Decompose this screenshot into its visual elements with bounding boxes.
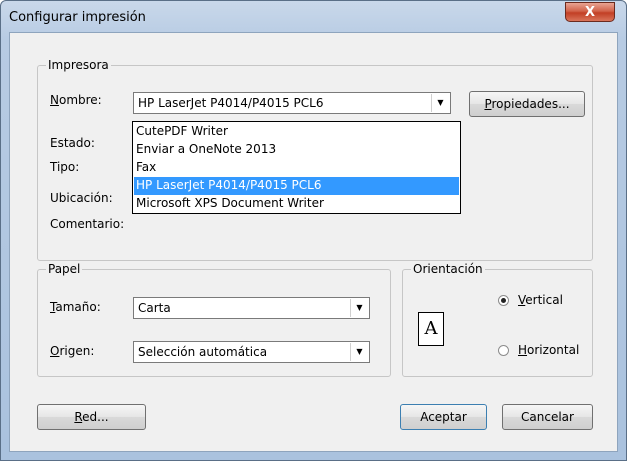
paper-size-select[interactable]: Carta ▼: [133, 297, 370, 319]
radio-selected-dot: [501, 298, 506, 303]
list-item-selected[interactable]: HP LaserJet P4014/P4015 PCL6: [134, 177, 459, 195]
network-button[interactable]: Red...: [37, 404, 146, 430]
list-item[interactable]: Enviar a OneNote 2013: [134, 141, 459, 159]
chevron-down-icon[interactable]: ▼: [350, 343, 368, 361]
paper-source-value: Selección automática: [138, 345, 268, 359]
chevron-down-icon[interactable]: ▼: [431, 94, 449, 112]
printer-group-label: Impresora: [46, 58, 111, 72]
chevron-down-icon[interactable]: ▼: [350, 299, 368, 317]
horizontal-radio[interactable]: [498, 345, 509, 356]
location-label: Ubicación:: [50, 191, 113, 205]
printer-name-label: Nombre:: [50, 93, 102, 107]
portrait-page-icon: A: [418, 312, 444, 346]
print-setup-dialog: Configurar impresión X Impresora Nombre:…: [0, 0, 627, 461]
paper-group-label: Papel: [46, 262, 83, 276]
close-icon: X: [584, 5, 596, 20]
orientation-group: Orientación A Vertical Horizontal: [402, 262, 593, 377]
vertical-radio-label[interactable]: Vertical: [518, 293, 563, 307]
paper-size-value: Carta: [138, 301, 171, 315]
printer-name-select[interactable]: HP LaserJet P4014/P4015 PCL6 ▼: [133, 92, 451, 114]
title-bar[interactable]: Configurar impresión X: [1, 1, 626, 33]
printer-dropdown-list[interactable]: CutePDF Writer Enviar a OneNote 2013 Fax…: [132, 121, 461, 214]
ok-button[interactable]: Aceptar: [400, 404, 487, 430]
cancel-button[interactable]: Cancelar: [502, 404, 593, 430]
dialog-title: Configurar impresión: [9, 10, 146, 25]
paper-size-label: Tamaño:: [50, 300, 101, 314]
close-button[interactable]: X: [565, 2, 615, 22]
paper-source-select[interactable]: Selección automática ▼: [133, 341, 370, 363]
horizontal-radio-label[interactable]: Horizontal: [518, 343, 579, 357]
vertical-radio[interactable]: [498, 295, 509, 306]
dialog-body: Impresora Nombre: HP LaserJet P4014/P401…: [9, 32, 618, 452]
status-label: Estado:: [50, 136, 95, 150]
list-item[interactable]: CutePDF Writer: [134, 123, 459, 141]
type-label: Tipo:: [50, 160, 80, 174]
list-item[interactable]: Microsoft XPS Document Writer: [134, 195, 459, 213]
list-item[interactable]: Fax: [134, 159, 459, 177]
paper-group: Papel Tamaño: Carta ▼ Origen: Selección …: [37, 262, 391, 377]
paper-source-label: Origen:: [50, 344, 95, 358]
properties-button[interactable]: Propiedades...: [469, 91, 585, 117]
comment-label: Comentario:: [50, 217, 125, 231]
orientation-group-label: Orientación: [411, 262, 485, 276]
printer-name-value: HP LaserJet P4014/P4015 PCL6: [138, 96, 324, 110]
